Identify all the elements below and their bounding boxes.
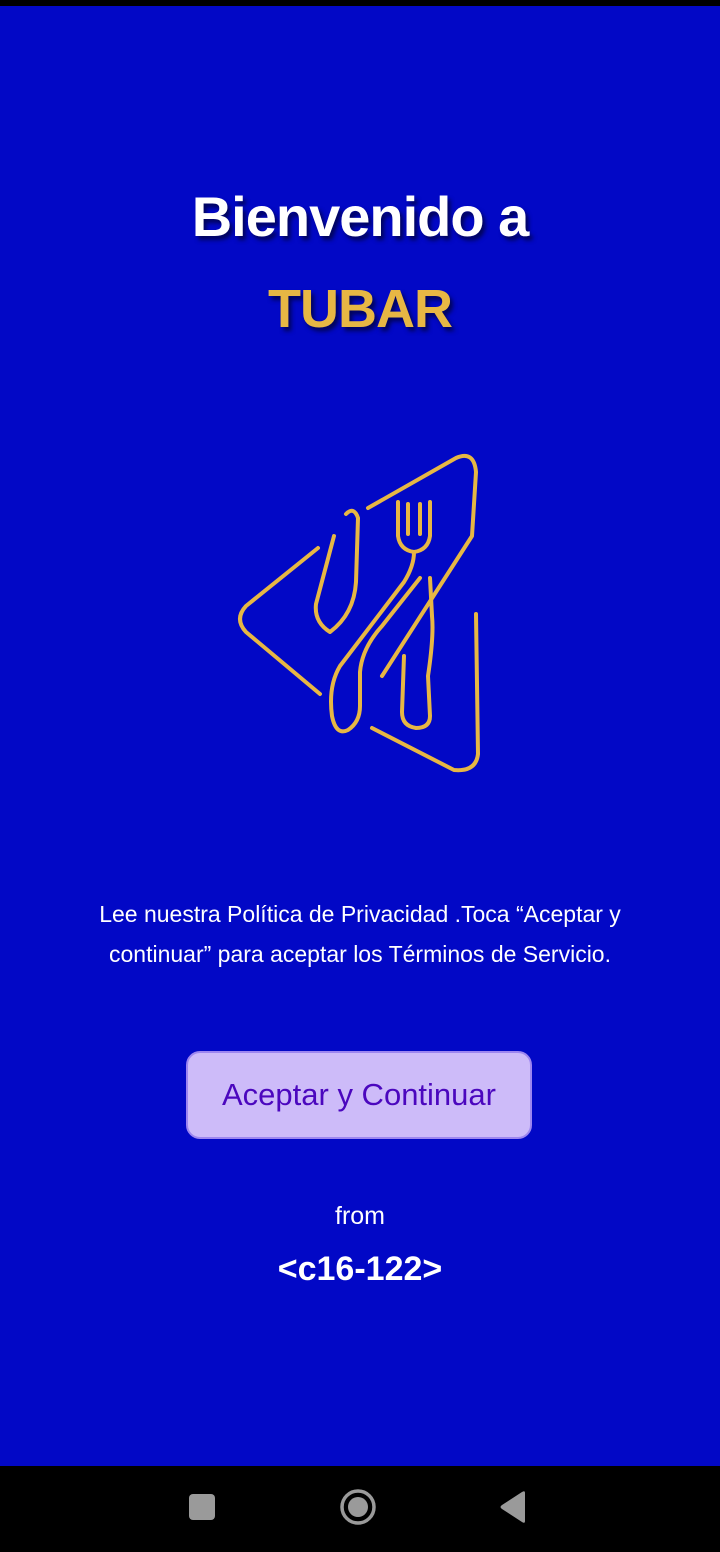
recents-button[interactable]	[179, 1486, 225, 1532]
welcome-title: Bienvenido a	[191, 185, 530, 248]
triangle-back-icon	[499, 1490, 527, 1528]
restaurant-logo-icon	[220, 436, 510, 786]
back-button[interactable]	[490, 1486, 536, 1532]
accept-continue-button[interactable]: Aceptar y Continuar	[186, 1051, 532, 1139]
home-button[interactable]	[335, 1486, 381, 1532]
welcome-screen: Bienvenido a TUBAR Lee nuestra Política …	[0, 6, 720, 1466]
from-label: from	[335, 1202, 385, 1230]
privacy-notice: Lee nuestra Política de Privacidad .Toca…	[99, 901, 621, 967]
circle-icon	[339, 1488, 377, 1531]
device-label: <c16-122>	[277, 1250, 443, 1288]
system-nav-bar	[0, 1466, 720, 1552]
brand-name: TUBAR	[268, 279, 453, 339]
square-icon	[189, 1493, 215, 1525]
